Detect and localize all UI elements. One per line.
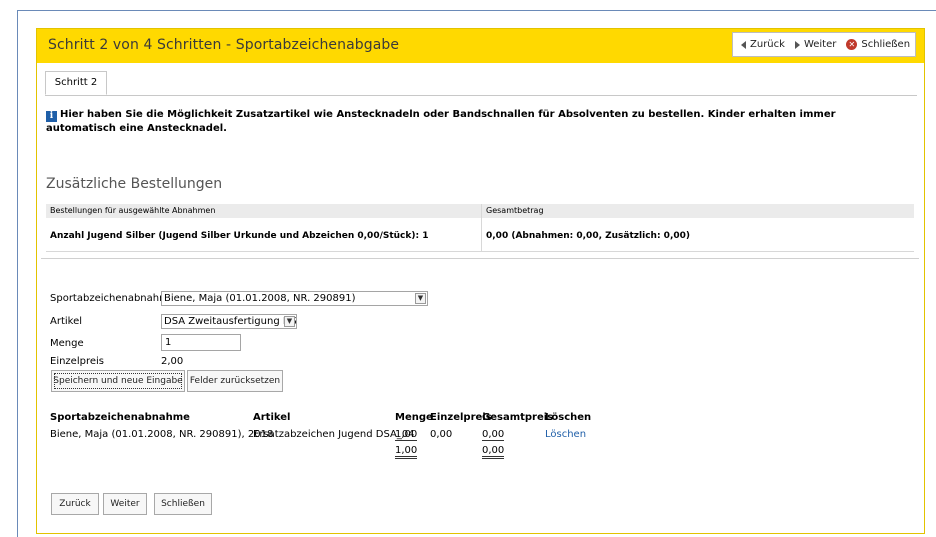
orders-row-left: Anzahl Jugend Silber (Jugend Silber Urku… [50, 231, 429, 241]
abnahme-select[interactable]: Biene, Maja (01.01.2008, NR. 290891) ▼ [161, 291, 428, 306]
title-bar: Schritt 2 von 4 Schritten - Sportabzeich… [37, 29, 924, 63]
einzelpreis-value: 2,00 [161, 356, 184, 367]
table-header-gesamtpreis: Gesamtpreis [482, 412, 554, 423]
outer-frame-left [17, 10, 18, 537]
back-button[interactable]: Zurück [51, 493, 99, 515]
close-nav-button[interactable]: ✕ Schließen [846, 39, 910, 50]
abnahme-select-value: Biene, Maja (01.01.2008, NR. 290891) [164, 293, 356, 304]
chevron-down-icon: ▼ [415, 293, 426, 304]
info-icon: i [46, 111, 57, 122]
table-header-menge: Menge [395, 412, 433, 423]
window-title: Schritt 2 von 4 Schritten - Sportabzeich… [48, 37, 400, 53]
table-cell-artikel: Ersatzabzeichen Jugend DSA_04 [253, 429, 415, 440]
table-header-artikel: Artikel [253, 412, 291, 423]
outer-frame-top [17, 10, 936, 11]
table-cell-einzelpreis: 0,00 [430, 429, 453, 440]
artikel-label: Artikel [50, 316, 83, 327]
close-button[interactable]: Schließen [154, 493, 212, 515]
table-cell-gesamtpreis: 0,00 [482, 429, 505, 441]
einzelpreis-label: Einzelpreis [50, 356, 104, 367]
orders-col1-header: Bestellungen für ausgewählte Abnahmen [50, 206, 216, 215]
table-cell-menge: 1,00 [395, 429, 418, 441]
table-header-loeschen: Löschen [545, 412, 592, 423]
arrow-right-icon [794, 40, 800, 49]
back-nav-label: Zurück [750, 39, 785, 50]
arrow-left-icon [741, 40, 746, 49]
info-text: Hier haben Sie die Möglichkeit Zusatzart… [46, 109, 836, 134]
close-icon: ✕ [846, 39, 858, 50]
table-cell-abnahme: Biene, Maja (01.01.2008, NR. 290891), 20… [50, 429, 274, 440]
orders-col2-header: Gesamtbetrag [486, 206, 544, 215]
total-menge: 1,00 [395, 445, 418, 459]
artikel-select-value: DSA Zweitausfertigung DSA [164, 316, 297, 327]
delete-link[interactable]: Löschen [545, 429, 586, 440]
orders-bottom-border [46, 251, 914, 252]
close-nav-label: Schließen [861, 39, 911, 50]
section-separator [41, 258, 919, 259]
save-new-button[interactable]: Speichern und neue Eingabe [51, 370, 185, 392]
menge-label: Menge [50, 338, 84, 349]
tab-strip: Schritt 2 [45, 71, 917, 96]
orders-divider [481, 204, 482, 252]
nav-toolbar: Zurück Weiter ✕ Schließen [732, 32, 916, 57]
artikel-select[interactable]: DSA Zweitausfertigung DSA ▼ [161, 314, 297, 329]
tab-schritt-2[interactable]: Schritt 2 [45, 71, 107, 95]
back-nav-button[interactable]: Zurück [741, 39, 785, 50]
total-gesamtpreis: 0,00 [482, 445, 505, 459]
next-nav-label: Weiter [803, 39, 837, 50]
section-title: Zusätzliche Bestellungen [46, 176, 223, 192]
chevron-down-icon: ▼ [284, 316, 295, 327]
wizard-window: Schritt 2 von 4 Schritten - Sportabzeich… [36, 28, 925, 534]
info-message: i Hier haben Sie die Möglichkeit Zusatzar… [46, 108, 906, 135]
orders-row: Anzahl Jugend Silber (Jugend Silber Urku… [46, 224, 914, 252]
next-button[interactable]: Weiter [103, 493, 147, 515]
abnahme-label: Sportabzeichenabnahme [50, 293, 175, 304]
orders-header-row: Bestellungen für ausgewählte Abnahmen Ge… [46, 204, 914, 218]
menge-input[interactable]: 1 [161, 334, 241, 351]
reset-fields-button[interactable]: Felder zurücksetzen [187, 370, 283, 392]
next-nav-button[interactable]: Weiter [794, 39, 837, 50]
table-header-abnahme: Sportabzeichenabnahme [50, 412, 190, 423]
orders-row-right: 0,00 (Abnahmen: 0,00, Zusätzlich: 0,00) [486, 231, 690, 241]
